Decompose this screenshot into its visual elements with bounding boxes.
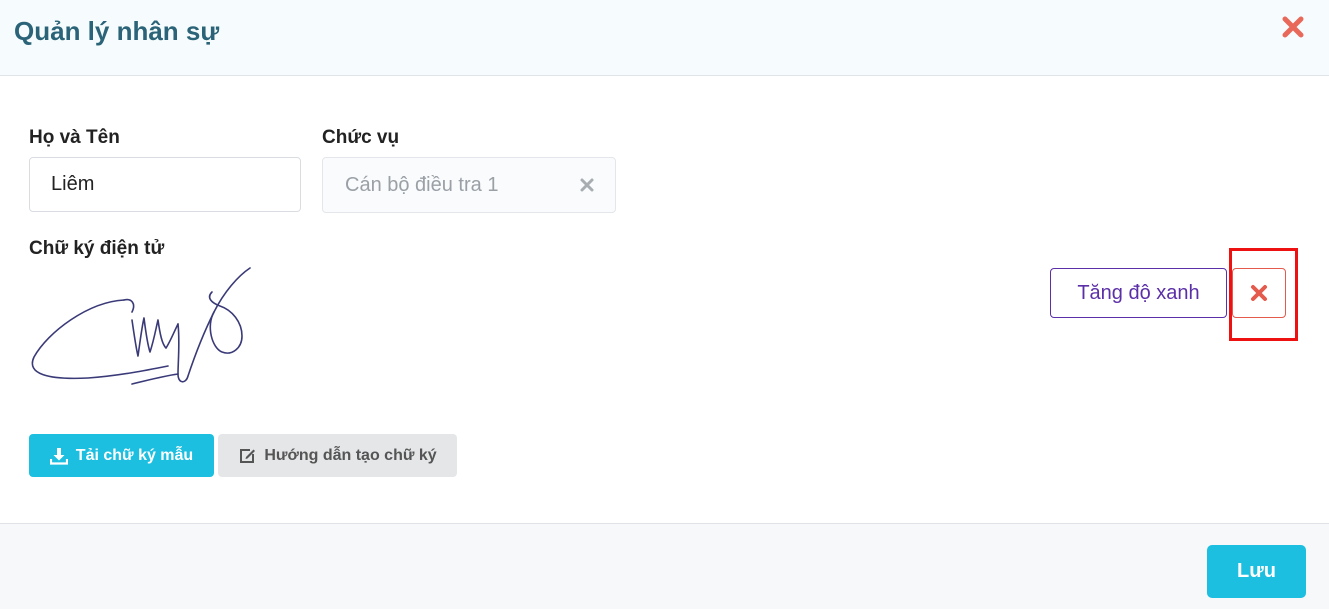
increase-blue-button[interactable]: Tăng độ xanh (1050, 268, 1227, 318)
signature-guide-button[interactable]: Hướng dẫn tạo chữ ký (218, 434, 457, 477)
position-select[interactable]: Cán bộ điều tra 1 (322, 157, 616, 213)
save-button[interactable]: Lưu (1207, 545, 1306, 598)
signature-image (31, 267, 251, 385)
position-value: Cán bộ điều tra 1 (345, 173, 499, 196)
name-field[interactable]: Liêm (29, 157, 301, 212)
signature-guide-label: Hướng dẫn tạo chữ ký (264, 446, 437, 464)
modal-footer (0, 523, 1329, 609)
download-icon (49, 447, 68, 465)
position-label: Chức vụ (322, 127, 400, 148)
close-icon[interactable] (1278, 12, 1308, 42)
staff-management-modal: Quản lý nhân sự Họ và Tên Liêm Chức vụ C… (0, 0, 1329, 609)
modal-header: Quản lý nhân sự (0, 0, 1329, 76)
signature-label: Chữ ký điện tử (29, 238, 165, 259)
name-label: Họ và Tên (29, 127, 120, 148)
modal-title: Quản lý nhân sự (14, 16, 220, 46)
clear-icon[interactable] (579, 177, 595, 193)
name-value: Liêm (51, 173, 95, 195)
download-sample-label: Tải chữ ký mẫu (75, 446, 194, 464)
download-sample-button[interactable]: Tải chữ ký mẫu (29, 434, 214, 477)
highlight-box (1229, 248, 1298, 341)
edit-icon (240, 448, 256, 463)
